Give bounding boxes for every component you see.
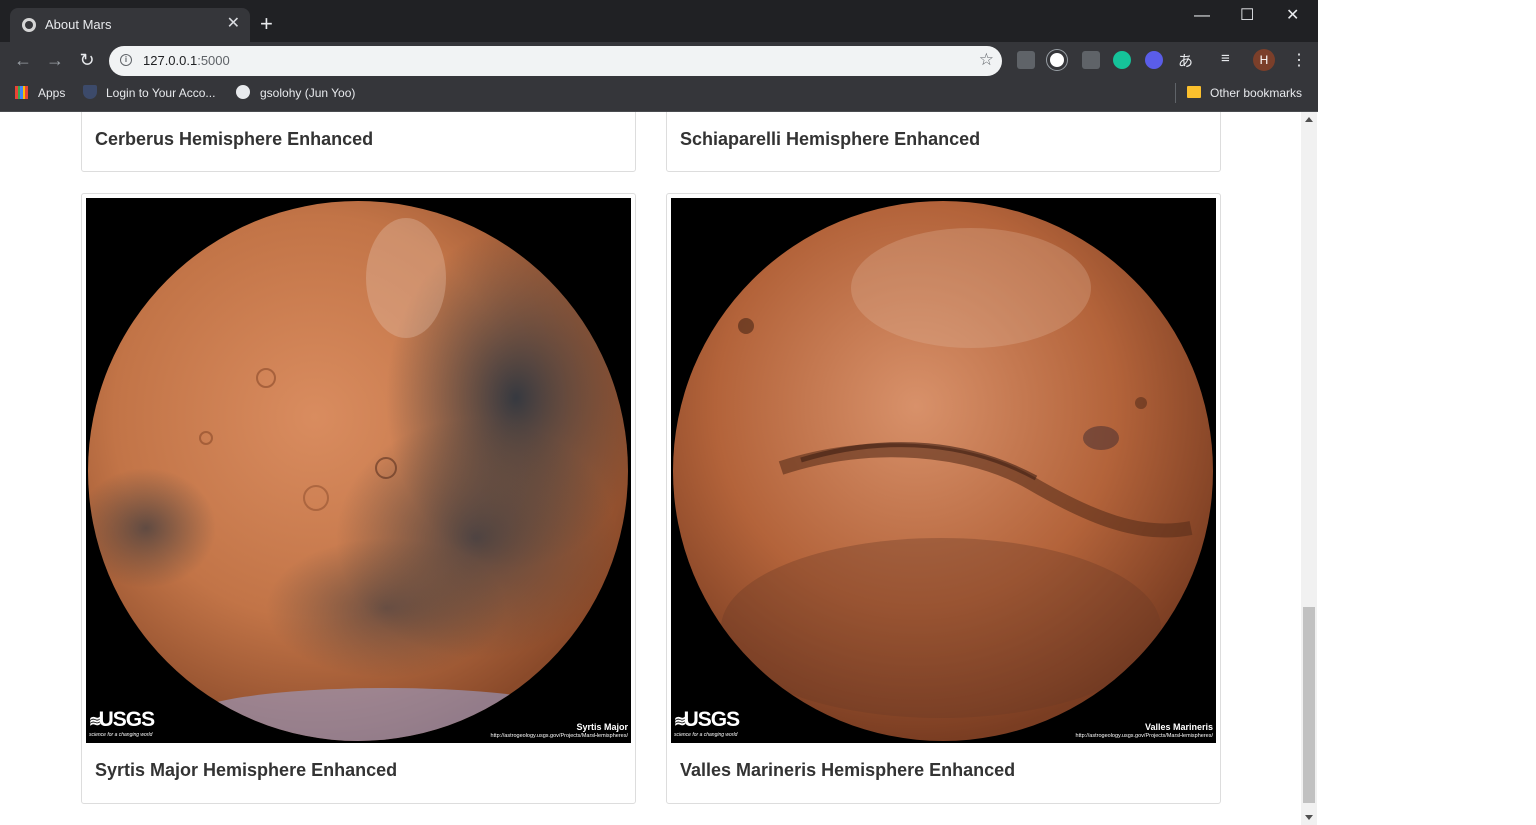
page-scrollbar[interactable] — [1301, 112, 1317, 825]
maximize-icon[interactable]: ☐ — [1240, 6, 1254, 26]
title-bar: About Mars ✕ + — ☐ ✕ — [0, 0, 1318, 42]
page-viewport: Cerberus Hemisphere Enhanced Schiaparell… — [0, 112, 1301, 825]
browser-tab[interactable]: About Mars ✕ — [10, 8, 250, 42]
mars-valles-marineris-graphic — [671, 198, 1216, 743]
scrollbar-thumb[interactable] — [1303, 607, 1315, 803]
url-text: 127.0.0.1:5000 — [143, 53, 230, 68]
window-close-icon[interactable]: ✕ — [1286, 6, 1299, 26]
image-caption: Syrtis Major http://astrogeology.usgs.go… — [490, 722, 628, 739]
extension-icon[interactable] — [1017, 51, 1035, 69]
hemisphere-title: Cerberus Hemisphere Enhanced — [95, 129, 374, 149]
hemisphere-card-cerberus: Cerberus Hemisphere Enhanced — [81, 112, 636, 172]
japanese-extension-icon[interactable]: あ — [1178, 50, 1193, 71]
bookmark-login[interactable]: Login to Your Acco... — [106, 85, 215, 101]
hemisphere-card-valles-marineris: ≋USGS science for a changing world Valle… — [666, 193, 1221, 804]
reload-icon[interactable]: ↻ — [77, 50, 97, 70]
shield-bookmark-icon — [83, 85, 97, 99]
scroll-up-arrow-icon[interactable] — [1305, 117, 1313, 122]
browser-window: About Mars ✕ + — ☐ ✕ ← → ↻ i 127.0.0.1:5… — [0, 0, 1318, 825]
hemisphere-image[interactable]: ≋USGS science for a changing world Valle… — [671, 198, 1216, 743]
grammarly-icon[interactable] — [1113, 51, 1131, 69]
scroll-down-arrow-icon[interactable] — [1305, 815, 1313, 820]
minimize-icon[interactable]: — — [1194, 6, 1210, 26]
hemisphere-title: Syrtis Major Hemisphere Enhanced — [95, 760, 398, 780]
menu-kebab-icon[interactable]: ⋮ — [1291, 50, 1307, 70]
extension-circle-icon[interactable] — [1047, 50, 1067, 70]
extension-chart-icon[interactable] — [1082, 51, 1100, 69]
avatar[interactable]: H — [1253, 49, 1275, 71]
forward-arrow-icon[interactable]: → — [45, 50, 65, 70]
address-bar[interactable]: i 127.0.0.1:5000 ☆ — [109, 46, 1002, 76]
usgs-logo: ≋USGS science for a changing world — [89, 708, 155, 738]
hemisphere-card-syrtis-major: ≋USGS science for a changing world Syrti… — [81, 193, 636, 804]
hemisphere-title: Schiaparelli Hemisphere Enhanced — [680, 129, 981, 149]
folder-icon — [1187, 86, 1201, 98]
site-info-icon[interactable]: i — [120, 54, 132, 66]
check-extension-icon[interactable] — [1145, 51, 1163, 69]
apps-grid-icon[interactable] — [15, 86, 28, 99]
new-tab-button[interactable]: + — [260, 13, 273, 35]
tab-close-icon[interactable]: ✕ — [227, 14, 240, 34]
bookmark-github[interactable]: gsolohy (Jun Yoo) — [260, 85, 355, 101]
image-caption: Valles Marineris http://astrogeology.usg… — [1075, 722, 1213, 739]
hemisphere-image[interactable]: ≋USGS science for a changing world Syrti… — [86, 198, 631, 743]
hemisphere-title: Valles Marineris Hemisphere Enhanced — [680, 760, 1016, 780]
mars-syrtis-major-graphic — [86, 198, 631, 743]
bookmark-star-icon[interactable]: ☆ — [979, 50, 994, 70]
bookmarks-divider — [1175, 83, 1176, 103]
bookmark-apps[interactable]: Apps — [38, 85, 65, 101]
tab-title: About Mars — [45, 17, 112, 32]
hemisphere-card-schiaparelli: Schiaparelli Hemisphere Enhanced — [666, 112, 1221, 172]
browser-toolbar: ← → ↻ i 127.0.0.1:5000 ☆ あ ≡ H ⋮ — [0, 42, 1318, 79]
media-queue-icon[interactable]: ≡ — [1221, 50, 1230, 67]
usgs-logo: ≋USGS science for a changing world — [674, 708, 740, 738]
desktop-background — [1318, 0, 1536, 825]
globe-icon — [22, 18, 36, 32]
bookmarks-bar: Apps Login to Your Acco... gsolohy (Jun … — [0, 79, 1318, 112]
github-icon — [236, 85, 250, 99]
other-bookmarks[interactable]: Other bookmarks — [1210, 85, 1302, 101]
back-arrow-icon[interactable]: ← — [13, 50, 33, 70]
